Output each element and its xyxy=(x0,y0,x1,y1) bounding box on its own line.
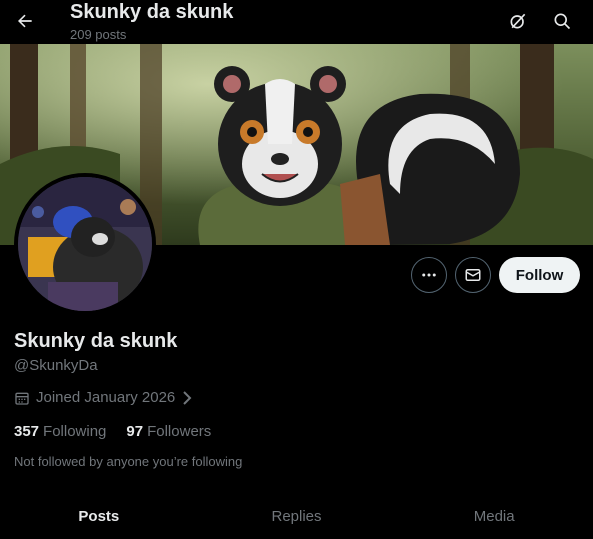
more-button[interactable] xyxy=(411,257,447,293)
follow-button[interactable]: Follow xyxy=(499,257,580,293)
top-bar: Skunky da skunk 209 posts xyxy=(0,0,593,44)
following-count: 357 xyxy=(14,423,40,440)
search-button[interactable] xyxy=(547,6,577,36)
followers-count: 97 xyxy=(126,423,144,440)
header-post-count: 209 posts xyxy=(70,27,127,42)
profile-handle: @SkunkyDa xyxy=(14,357,98,374)
envelope-icon xyxy=(465,269,481,281)
profile-tabs: Posts Replies Media xyxy=(0,497,593,539)
header-name: Skunky da skunk xyxy=(70,1,234,23)
grok-icon xyxy=(510,13,526,29)
header-title-block: Skunky da skunk 209 posts xyxy=(70,0,233,44)
follow-stats: 357 Following 97 Followers xyxy=(14,423,211,440)
more-icon xyxy=(422,273,436,277)
arrow-left-icon xyxy=(18,14,32,28)
grok-button[interactable] xyxy=(503,6,533,36)
back-button[interactable] xyxy=(10,6,40,36)
tab-replies[interactable]: Replies xyxy=(198,497,396,539)
search-icon xyxy=(554,13,571,30)
message-button[interactable] xyxy=(455,257,491,293)
followers-link[interactable]: 97 Followers xyxy=(126,423,211,440)
tab-media[interactable]: Media xyxy=(395,497,593,539)
profile-name: Skunky da skunk xyxy=(14,330,178,352)
tab-posts[interactable]: Posts xyxy=(0,497,198,539)
following-label: Following xyxy=(43,423,107,440)
not-followed-note: Not followed by anyone you’re following xyxy=(14,454,243,469)
chevron-right-icon xyxy=(183,390,192,405)
following-link[interactable]: 357 Following xyxy=(14,423,106,440)
profile-avatar[interactable] xyxy=(14,173,156,315)
joined-text: Joined January 2026 xyxy=(36,389,176,406)
followers-label: Followers xyxy=(147,423,212,440)
avatar-image xyxy=(18,177,152,311)
calendar-icon xyxy=(15,392,29,405)
joined-date[interactable]: Joined January 2026 xyxy=(14,389,193,406)
